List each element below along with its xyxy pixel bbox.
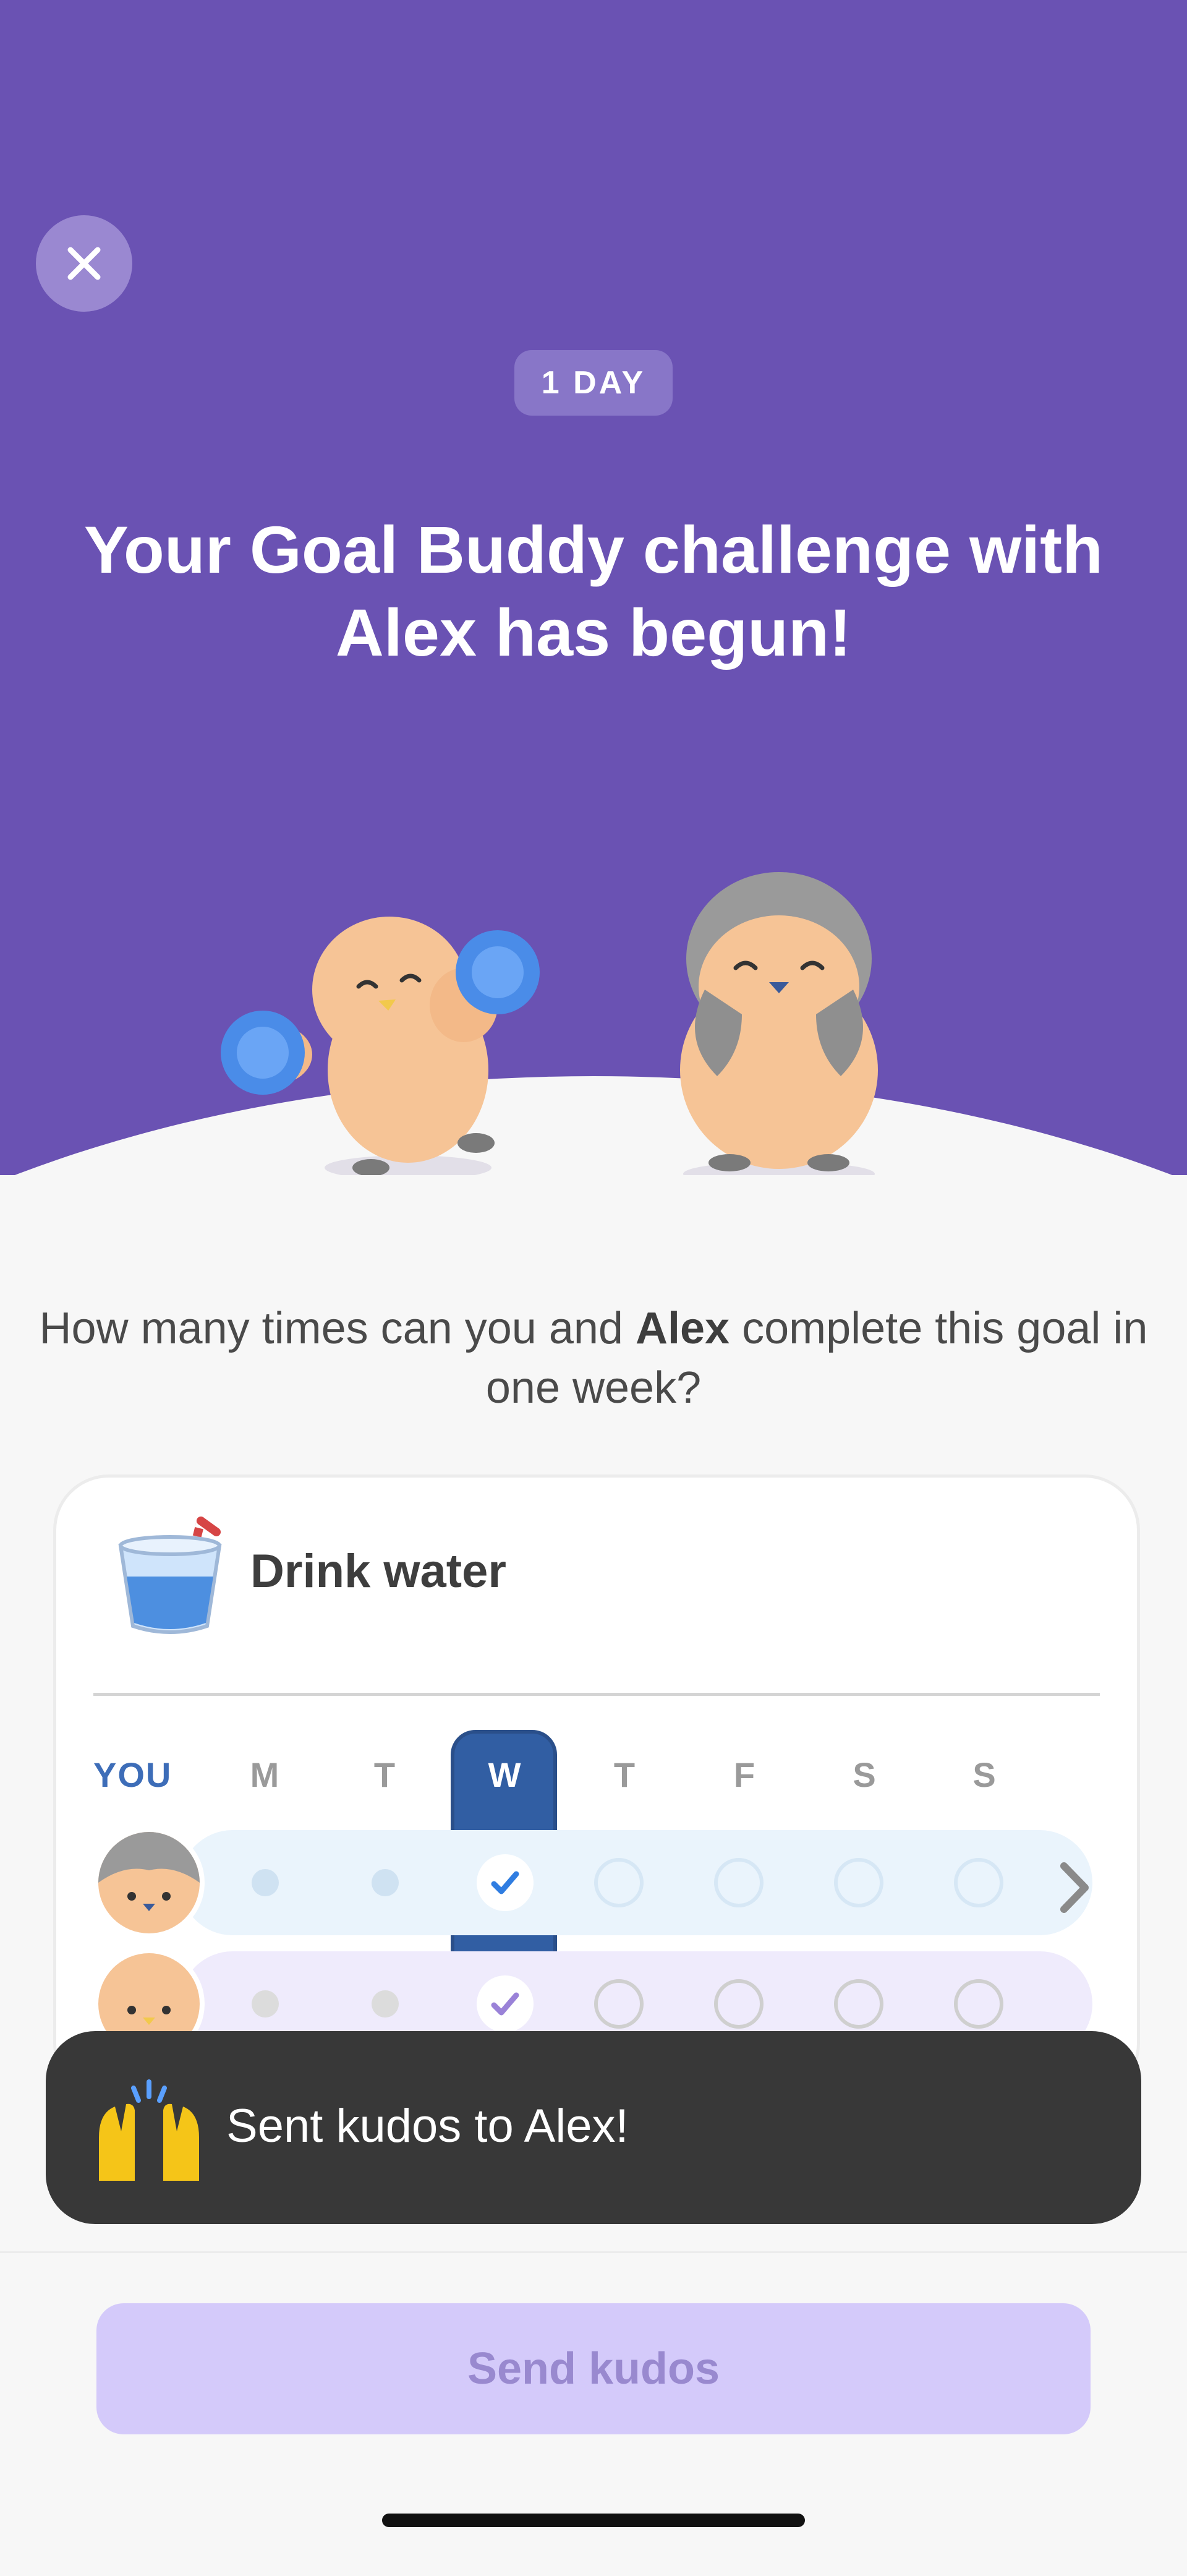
day-label-tue: T bbox=[373, 1755, 397, 1794]
you-avatar bbox=[93, 1827, 205, 1938]
home-indicator[interactable] bbox=[382, 2514, 805, 2527]
buddy-wed-check bbox=[477, 1975, 534, 2032]
chevron-right-icon[interactable] bbox=[1057, 1860, 1094, 1915]
day-dot bbox=[372, 1869, 399, 1896]
penguin-avatar-icon bbox=[98, 1832, 200, 1933]
hero-curve bbox=[0, 1076, 1187, 1175]
day-ring[interactable] bbox=[834, 1858, 883, 1907]
page-title: Your Goal Buddy challenge with Alex has … bbox=[83, 512, 1104, 670]
day-ring bbox=[594, 1979, 644, 2029]
water-glass-icon bbox=[118, 1517, 222, 1634]
day-dot bbox=[372, 1990, 399, 2018]
toast-message: Sent kudos to Alex! bbox=[226, 2100, 629, 2152]
card-divider bbox=[93, 1693, 1100, 1696]
goal-card[interactable]: Drink water YOU M T W T F S S bbox=[53, 1474, 1140, 2099]
day-label-mon: M bbox=[250, 1755, 281, 1794]
close-button[interactable] bbox=[36, 215, 132, 312]
raised-hands-icon bbox=[99, 2079, 199, 2181]
chick-mascot-illustration bbox=[221, 917, 540, 1175]
close-icon bbox=[67, 247, 101, 280]
day-dot bbox=[252, 1869, 279, 1896]
day-label-sun: S bbox=[972, 1755, 997, 1794]
day-dot bbox=[252, 1990, 279, 2018]
day-ring[interactable] bbox=[714, 1858, 764, 1907]
kudos-toast: Sent kudos to Alex! bbox=[46, 2031, 1141, 2224]
you-label: YOU bbox=[93, 1755, 172, 1794]
day-ring[interactable] bbox=[594, 1858, 644, 1907]
day-label-thu: T bbox=[613, 1755, 637, 1794]
goal-question: How many times can you and Alex complete… bbox=[37, 1299, 1150, 1418]
day-ring bbox=[714, 1979, 764, 2029]
day-ring bbox=[954, 1979, 1003, 2029]
buddy-name: Alex bbox=[635, 1304, 730, 1353]
check-icon bbox=[491, 1992, 519, 2016]
day-ring bbox=[834, 1979, 883, 2029]
day-label-fri: F bbox=[733, 1755, 757, 1794]
penguin-mascot-illustration bbox=[680, 872, 878, 1175]
day-ring[interactable] bbox=[954, 1858, 1003, 1907]
check-icon bbox=[491, 1871, 519, 1894]
day-label-sat: S bbox=[853, 1755, 877, 1794]
day-badge: 1 DAY bbox=[514, 350, 673, 416]
send-kudos-button[interactable]: Send kudos bbox=[96, 2303, 1091, 2434]
question-prefix: How many times can you and bbox=[39, 1304, 636, 1353]
you-wed-check bbox=[477, 1854, 534, 1911]
goal-title: Drink water bbox=[250, 1545, 506, 1598]
day-label-wed: W bbox=[488, 1755, 522, 1794]
